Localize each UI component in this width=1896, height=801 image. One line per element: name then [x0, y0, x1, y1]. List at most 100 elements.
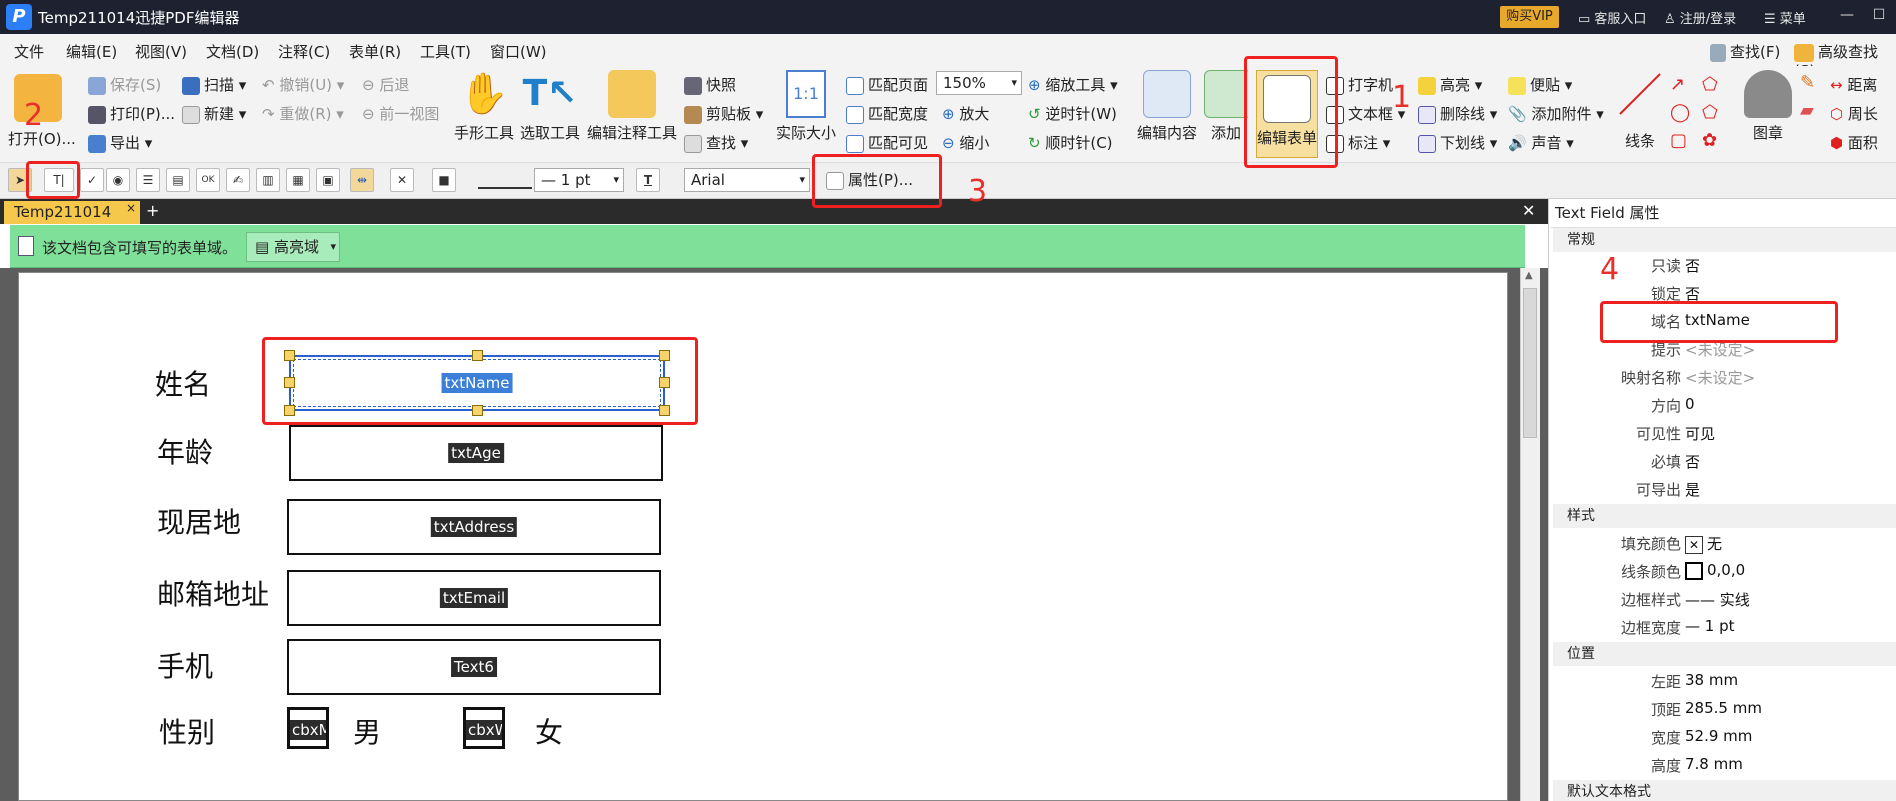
polygon-line-icon[interactable]: ⬠	[1702, 74, 1718, 95]
strikeout-button[interactable]: 删除线 ▾	[1418, 103, 1497, 124]
prop-left-value[interactable]: 38 mm	[1685, 671, 1738, 689]
zoom-in-button[interactable]: ⊕ 放大	[942, 103, 989, 124]
prop-exportable-value[interactable]: 是	[1685, 479, 1700, 500]
signature-tool-icon[interactable]: ✍	[226, 168, 250, 192]
prop-orientation-value[interactable]: 0	[1685, 395, 1695, 413]
prop-top-value[interactable]: 285.5 mm	[1685, 699, 1762, 717]
combobox-tool-icon[interactable]: ▤	[166, 168, 190, 192]
back-button[interactable]: ⊖ 后退	[362, 74, 409, 95]
menu-view[interactable]: 视图(V)	[135, 41, 187, 62]
sound-button[interactable]: 🔊 声音 ▾	[1508, 132, 1574, 153]
export-button[interactable]: 导出 ▾	[88, 132, 152, 153]
save-button[interactable]: 保存(S)	[88, 74, 161, 95]
line-width-select[interactable]: — 1 pt ▾	[534, 168, 624, 192]
fill-none-icon[interactable]: ✕	[390, 168, 414, 192]
checkbox-cbxM[interactable]: cbxM	[287, 707, 329, 749]
undo-button[interactable]: ↶ 撤销(U) ▾	[262, 74, 344, 95]
print-button[interactable]: 打印(P)...	[88, 103, 175, 124]
snapshot-button[interactable]: 快照	[684, 74, 736, 95]
zoom-out-button[interactable]: ⊖ 缩小	[942, 132, 989, 153]
document-tab[interactable]: Temp211014 ×	[4, 201, 140, 224]
zoom-tool-button[interactable]: ⊕ 缩放工具 ▾	[1028, 74, 1118, 95]
scroll-thumb[interactable]	[1523, 288, 1537, 438]
underline-button[interactable]: 下划线 ▾	[1418, 132, 1497, 153]
new-button[interactable]: 新建 ▾	[182, 103, 246, 124]
eraser-icon[interactable]: ▰	[1800, 100, 1814, 121]
prop-visibility-value[interactable]: 可见	[1685, 423, 1715, 444]
menu-file[interactable]: 文件	[14, 41, 44, 62]
pencil-icon[interactable]: ✎	[1800, 72, 1815, 93]
prop-border-width-value[interactable]: — 1 pt	[1685, 617, 1734, 635]
checkbox-tool-icon[interactable]: ✓	[80, 168, 104, 192]
section-style[interactable]: 样式	[1553, 504, 1896, 528]
find-button[interactable]: 查找(F)	[1710, 41, 1780, 62]
document-scrollbar[interactable]: ▲	[1520, 268, 1540, 801]
customer-service-link[interactable]: ▭ 客服入口	[1578, 8, 1646, 27]
section-general[interactable]: 常规	[1553, 228, 1896, 252]
prop-line-color-value[interactable]: 0,0,0	[1685, 561, 1745, 580]
buy-vip-button[interactable]: 购买VIP	[1500, 6, 1559, 28]
annotation-select-tool-button[interactable]: 编辑注释工具	[586, 70, 678, 143]
sticky-note-button[interactable]: 便贴 ▾	[1508, 74, 1572, 95]
field-Text6[interactable]: Text6	[287, 639, 661, 695]
hand-tool-button[interactable]: ✋ 手形工具	[454, 70, 514, 143]
tab-close-icon[interactable]: ×	[126, 197, 136, 220]
actual-size-button[interactable]: 1:1 实际大小	[774, 70, 838, 143]
maximize-icon[interactable]: ☐	[1870, 6, 1888, 24]
listbox-tool-icon[interactable]: ☰	[136, 168, 160, 192]
distance-button[interactable]: ↔ 距离	[1830, 74, 1877, 95]
fit-page-button[interactable]: 匹配页面	[846, 74, 928, 95]
font-select[interactable]: Arial ▾	[684, 168, 810, 192]
prop-required-value[interactable]: 否	[1685, 451, 1700, 472]
stamp-button[interactable]: 图章	[1742, 70, 1794, 143]
line-tool-button[interactable]: 线条	[1614, 70, 1666, 151]
scan-button[interactable]: 扫描 ▾	[182, 74, 246, 95]
text-color-icon[interactable]: T	[636, 168, 660, 192]
minimize-icon[interactable]: —	[1838, 6, 1856, 24]
rectangle-icon[interactable]: ▢	[1670, 130, 1687, 151]
menu-document[interactable]: 文档(D)	[206, 41, 259, 62]
radio-tool-icon[interactable]: ◉	[106, 168, 130, 192]
area-button[interactable]: ⬢ 面积	[1830, 132, 1878, 153]
main-menu-button[interactable]: ☰ 菜单	[1764, 8, 1806, 27]
line-style-select[interactable]	[478, 171, 532, 189]
redo-button[interactable]: ↷ 重做(R) ▾	[262, 103, 344, 124]
align-tool-icon[interactable]: ⇹	[350, 168, 374, 192]
new-tab-icon[interactable]: +	[146, 201, 159, 220]
fit-visible-button[interactable]: 匹配可见	[846, 132, 928, 153]
checkbox-cbxW[interactable]: cbxW	[463, 707, 505, 749]
arrow-icon[interactable]: ↗	[1670, 74, 1685, 95]
prop-width-value[interactable]: 52.9 mm	[1685, 727, 1752, 745]
rotate-ccw-button[interactable]: ↺ 逆时针(W)	[1028, 103, 1117, 124]
attach-file-button[interactable]: 📎 添加附件 ▾	[1508, 103, 1604, 124]
perimeter-button[interactable]: ⬡ 周长	[1830, 103, 1878, 124]
section-position[interactable]: 位置	[1553, 642, 1896, 666]
menu-form[interactable]: 表单(R)	[349, 41, 401, 62]
prop-fill-color-value[interactable]: ✕ 无	[1685, 533, 1722, 554]
highlight-button[interactable]: 高亮 ▾	[1418, 74, 1482, 95]
rotate-cw-button[interactable]: ↻ 顺时针(C)	[1028, 132, 1113, 153]
pentagon-icon[interactable]: ⬠	[1702, 102, 1718, 123]
prop-readonly-value[interactable]: 否	[1685, 255, 1700, 276]
clipboard-button[interactable]: 剪贴板 ▾	[684, 103, 763, 124]
prop-border-style-value[interactable]: —— 实线	[1685, 589, 1750, 610]
login-link[interactable]: ♙ 注册/登录	[1664, 8, 1736, 27]
button-tool-icon[interactable]: OK	[196, 168, 220, 192]
highlight-fields-button[interactable]: ▤ 高亮域 ▾	[246, 232, 340, 262]
fit-width-button[interactable]: 匹配宽度	[846, 103, 928, 124]
menu-edit[interactable]: 编辑(E)	[66, 41, 117, 62]
prev-view-button[interactable]: ⊖ 前一视图	[362, 103, 439, 124]
image-tool-icon[interactable]: ▣	[316, 168, 340, 192]
select-tool-button[interactable]: T↖ 选取工具	[518, 70, 582, 143]
cloud-icon[interactable]: ✿	[1702, 130, 1717, 151]
menu-window[interactable]: 窗口(W)	[490, 41, 547, 62]
section-default-text-format[interactable]: 默认文本格式	[1553, 780, 1896, 801]
search-button[interactable]: 查找 ▾	[684, 132, 748, 153]
close-document-icon[interactable]: ✕	[1522, 201, 1535, 220]
prop-height-value[interactable]: 7.8 mm	[1685, 755, 1743, 773]
field-txtAge[interactable]: txtAge	[289, 425, 663, 481]
menu-comment[interactable]: 注释(C)	[278, 41, 330, 62]
date-tool-icon[interactable]: ▦	[286, 168, 310, 192]
prop-mapping-value[interactable]: <未设定>	[1685, 367, 1755, 388]
ellipse-icon[interactable]: ◯	[1670, 102, 1690, 123]
